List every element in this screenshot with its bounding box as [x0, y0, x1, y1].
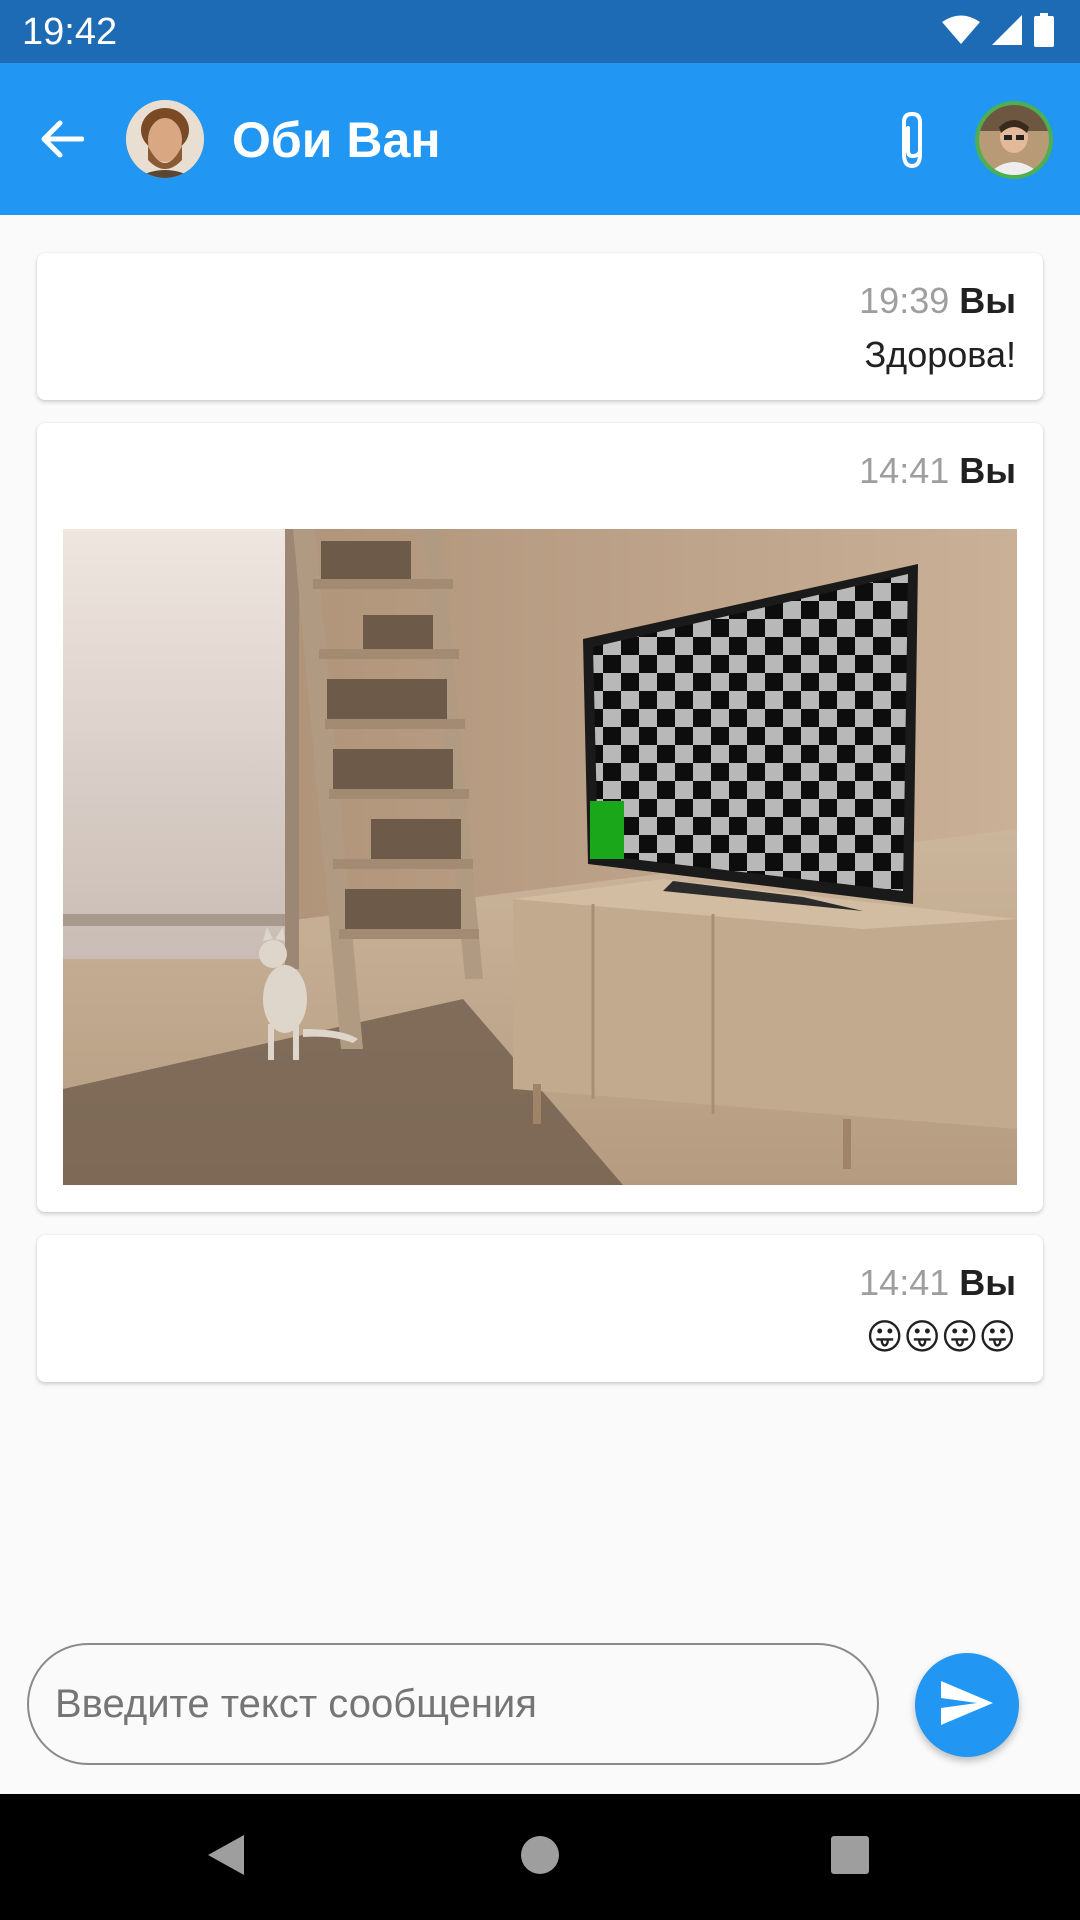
- battery-icon: [1034, 12, 1054, 52]
- nav-back-button[interactable]: [196, 1827, 256, 1887]
- back-button[interactable]: [30, 109, 94, 173]
- message-input[interactable]: [27, 1643, 879, 1765]
- message-header: 19:39 Вы: [859, 279, 1016, 323]
- contact-avatar[interactable]: [126, 100, 204, 178]
- message-time: 19:39: [859, 280, 950, 321]
- message-text: Здорова!: [864, 334, 1016, 375]
- message-author: Вы: [959, 280, 1016, 321]
- status-time: 19:42: [22, 11, 118, 53]
- message-time: 14:41: [859, 450, 950, 491]
- back-arrow-icon: [40, 119, 85, 164]
- message-author: Вы: [959, 450, 1016, 491]
- home-circle-icon: [520, 1835, 560, 1880]
- send-button[interactable]: [915, 1653, 1019, 1757]
- message-image[interactable]: [63, 529, 1017, 1185]
- nav-recents-button[interactable]: [820, 1827, 880, 1887]
- paperclip-icon: [894, 110, 930, 175]
- nav-bar: [0, 1794, 1080, 1920]
- user-avatar[interactable]: [975, 101, 1053, 179]
- recents-square-icon: [830, 1835, 870, 1880]
- send-icon: [939, 1679, 995, 1732]
- wifi-icon: [942, 15, 980, 50]
- cellular-signal-icon: [992, 14, 1022, 50]
- nav-home-button[interactable]: [510, 1827, 570, 1887]
- contact-name[interactable]: Оби Ван: [232, 111, 441, 169]
- status-bar: 19:42: [0, 0, 1080, 63]
- message-header: 14:41 Вы: [859, 1261, 1016, 1305]
- message-card[interactable]: 14:41 Вы: [37, 423, 1043, 1212]
- message-author: Вы: [959, 1262, 1016, 1303]
- message-text: 😛😛😛😛: [865, 1316, 1016, 1357]
- message-header: 14:41 Вы: [859, 449, 1016, 493]
- attach-button[interactable]: [880, 103, 944, 181]
- app-bar: Оби Ван: [0, 63, 1080, 215]
- status-icons: [942, 12, 1054, 52]
- message-card[interactable]: 14:41 Вы 😛😛😛😛: [37, 1235, 1043, 1382]
- message-card[interactable]: 19:39 Вы Здорова!: [37, 253, 1043, 400]
- back-triangle-icon: [206, 1833, 246, 1882]
- message-time: 14:41: [859, 1262, 950, 1303]
